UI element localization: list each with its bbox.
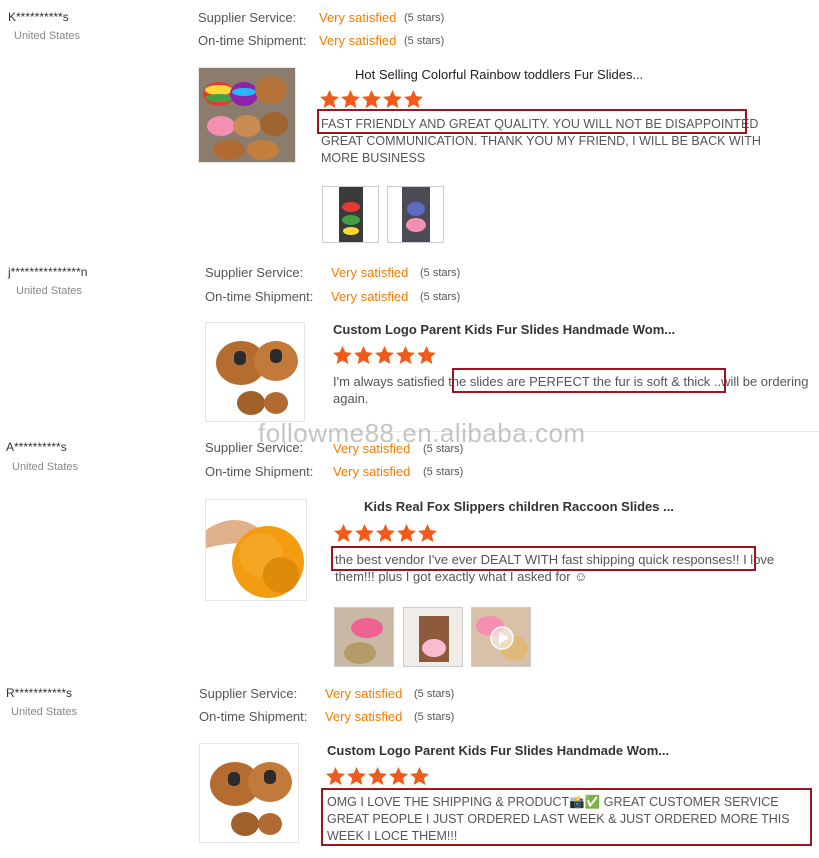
star-icon — [418, 524, 437, 542]
rating-stars — [326, 767, 429, 785]
rating-stars — [334, 524, 437, 542]
star-icon — [404, 90, 423, 108]
star-icon — [354, 346, 373, 364]
supplier-service-stars: (5 stars) — [404, 12, 445, 24]
product-title[interactable]: Kids Real Fox Slippers children Raccoon … — [364, 499, 674, 514]
supplier-service-label: Supplier Service: — [205, 440, 304, 455]
product-image[interactable] — [205, 499, 307, 601]
star-icon — [355, 524, 374, 542]
supplier-service-value: Very satisfied — [333, 441, 411, 456]
supplier-service-value: Very satisfied — [325, 686, 403, 701]
star-icon — [375, 346, 394, 364]
buyer-name: K**********s — [8, 10, 69, 24]
buyer-name: R***********s — [6, 686, 73, 700]
star-icon — [368, 767, 387, 785]
review-lead-text: I'm always satisfied — [333, 374, 449, 389]
rating-stars — [320, 90, 423, 108]
ontime-shipment-label: On-time Shipment: — [205, 464, 314, 479]
buyer-name: j***************n — [8, 265, 88, 279]
star-icon — [333, 346, 352, 364]
star-icon — [410, 767, 429, 785]
ontime-shipment-stars: (5 stars) — [420, 291, 461, 303]
star-icon — [326, 767, 345, 785]
review-photo-thumb[interactable] — [387, 186, 444, 243]
supplier-service-label: Supplier Service: — [199, 686, 298, 701]
ontime-shipment-label: On-time Shipment: — [205, 289, 314, 304]
supplier-service-label: Supplier Service: — [205, 265, 304, 280]
supplier-service-value: Very satisfied — [319, 10, 397, 25]
ontime-shipment-value: Very satisfied — [319, 33, 397, 48]
ontime-shipment-value: Very satisfied — [331, 289, 409, 304]
star-icon — [383, 90, 402, 108]
buyer-name: A**********s — [6, 440, 67, 454]
watermark: followme88.en.alibaba.com — [258, 418, 586, 448]
star-icon — [347, 767, 366, 785]
star-icon — [397, 524, 416, 542]
ontime-shipment-value: Very satisfied — [333, 464, 411, 479]
buyer-country: United States — [12, 461, 79, 473]
star-icon — [376, 524, 395, 542]
supplier-service-stars: (5 stars) — [420, 267, 461, 279]
supplier-service-value: Very satisfied — [331, 265, 409, 280]
review-rest-text: GREAT COMMUNICATION. THANK YOU MY FRIEND… — [321, 134, 761, 165]
star-icon — [341, 90, 360, 108]
highlight-box — [452, 368, 726, 393]
highlight-box — [331, 546, 756, 571]
highlight-box — [321, 788, 812, 846]
ontime-shipment-value: Very satisfied — [325, 709, 403, 724]
buyer-country: United States — [16, 285, 83, 297]
buyer-country: United States — [14, 30, 81, 42]
ontime-shipment-stars: (5 stars) — [414, 711, 455, 723]
ontime-shipment-label: On-time Shipment: — [199, 709, 308, 724]
highlight-box — [317, 109, 747, 134]
product-image[interactable] — [198, 67, 296, 163]
star-icon — [396, 346, 415, 364]
product-title[interactable]: Hot Selling Colorful Rainbow toddlers Fu… — [355, 67, 643, 82]
ontime-shipment-label: On-time Shipment: — [198, 33, 307, 48]
rating-stars — [333, 346, 436, 364]
review-photo-thumb[interactable] — [322, 186, 379, 243]
product-title[interactable]: Custom Logo Parent Kids Fur Slides Handm… — [327, 743, 669, 758]
star-icon — [417, 346, 436, 364]
star-icon — [334, 524, 353, 542]
supplier-service-stars: (5 stars) — [414, 688, 455, 700]
ontime-shipment-stars: (5 stars) — [404, 35, 445, 47]
buyer-country: United States — [11, 706, 78, 718]
review-photo-thumb[interactable] — [471, 607, 531, 667]
supplier-service-stars: (5 stars) — [423, 443, 464, 455]
star-icon — [320, 90, 339, 108]
star-icon — [362, 90, 381, 108]
ontime-shipment-stars: (5 stars) — [423, 466, 464, 478]
star-icon — [389, 767, 408, 785]
product-image[interactable] — [199, 743, 299, 843]
supplier-service-label: Supplier Service: — [198, 10, 297, 25]
product-image[interactable] — [205, 322, 305, 422]
product-title[interactable]: Custom Logo Parent Kids Fur Slides Handm… — [333, 322, 675, 337]
review-photo-thumb[interactable] — [403, 607, 463, 667]
review-photo-thumb[interactable] — [334, 607, 394, 667]
